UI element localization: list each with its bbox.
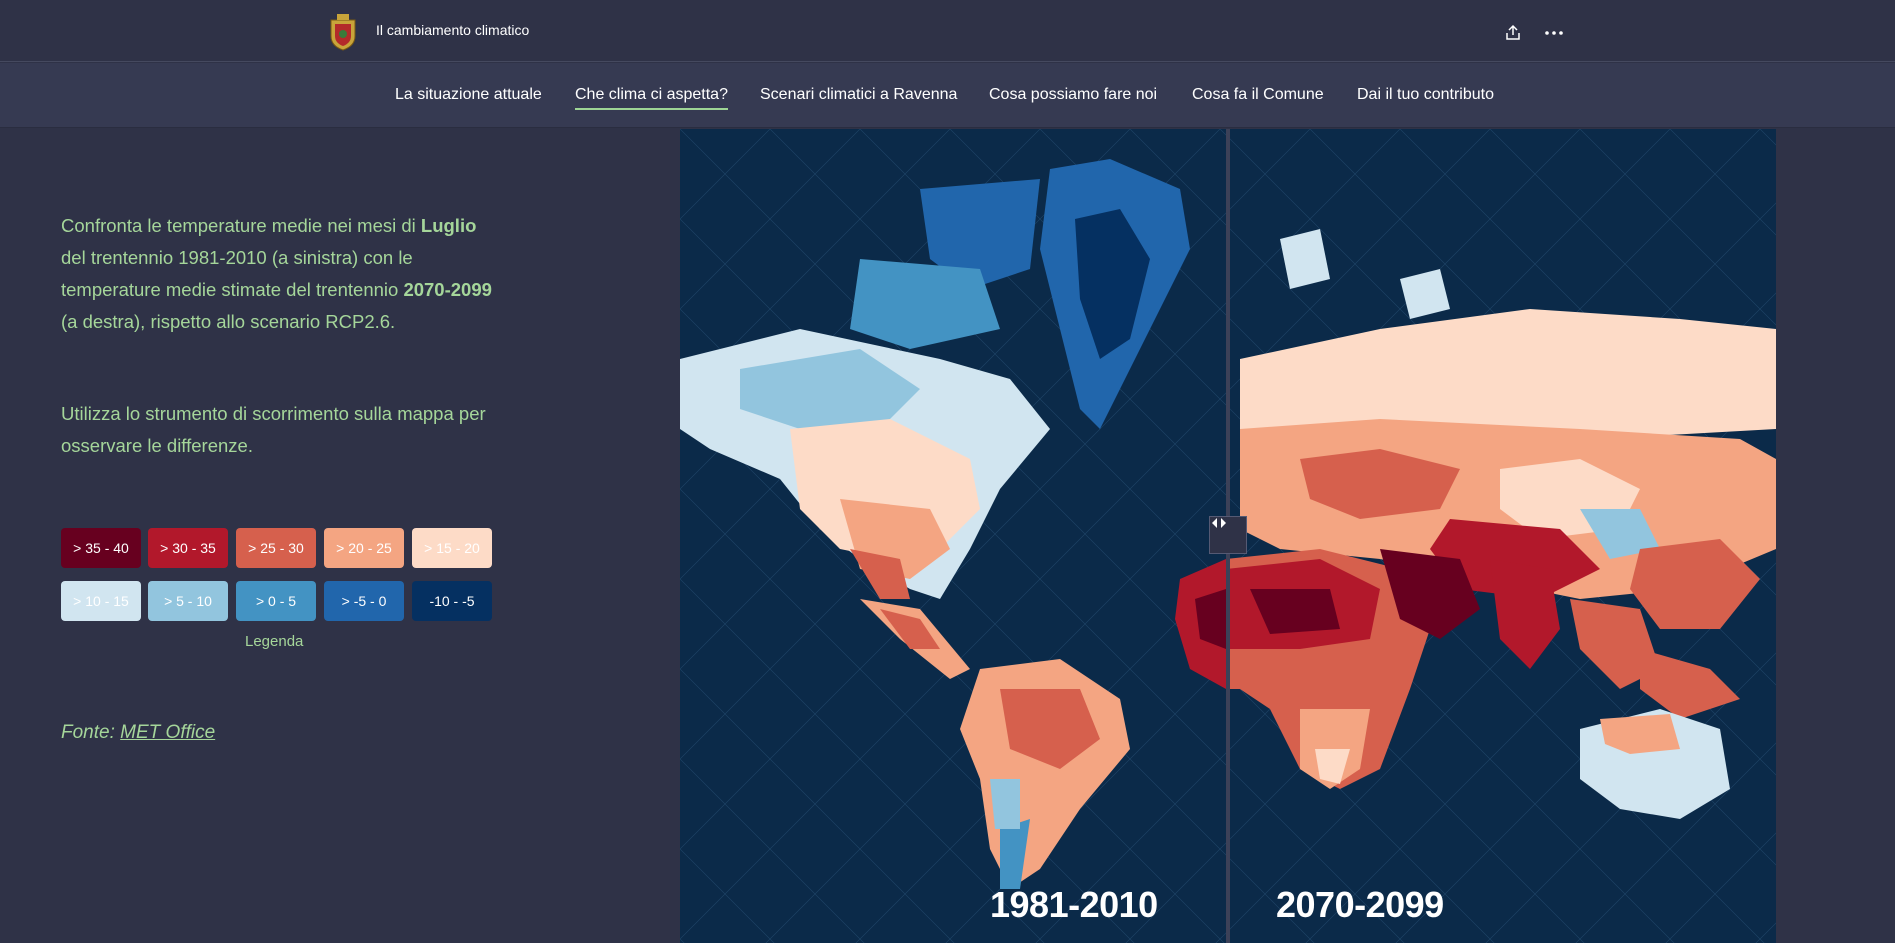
more-icon — [1545, 31, 1563, 35]
legend-swatch: -10 - -5 — [412, 581, 492, 621]
legend-swatch: > 30 - 35 — [148, 528, 228, 568]
legend-swatch: > 15 - 20 — [412, 528, 492, 568]
nav-item-che-clima[interactable]: Che clima ci aspetta? — [575, 86, 728, 110]
legend-swatch: > 20 - 25 — [324, 528, 404, 568]
left-right-arrows-icon — [1212, 518, 1226, 528]
desc-period: 2070-2099 — [403, 279, 492, 300]
source-link[interactable]: MET Office — [120, 722, 215, 743]
left-period-label: 1981-2010 — [990, 884, 1158, 925]
nav-item-situazione-attuale[interactable]: La situazione attuale — [395, 86, 542, 104]
desc-text: Confronta le temperature medie nei mesi … — [61, 215, 421, 236]
instructions-paragraph: Utilizza lo strumento di scorrimento sul… — [61, 403, 486, 456]
legend-swatch: > 35 - 40 — [61, 528, 141, 568]
nav-item-dai-contributo[interactable]: Dai il tuo contributo — [1357, 86, 1494, 104]
municipality-logo[interactable] — [327, 12, 359, 52]
nav-item-cosa-fa-comune[interactable]: Cosa fa il Comune — [1192, 86, 1324, 104]
legend-swatch: > 0 - 5 — [236, 581, 316, 621]
more-options-button[interactable] — [1542, 22, 1566, 44]
nav-item-cosa-possiamo-fare[interactable]: Cosa possiamo fare noi — [989, 86, 1157, 104]
right-period-label: 2070-2099 — [1276, 884, 1444, 925]
swipe-handle[interactable] — [1209, 516, 1247, 554]
desc-text: (a destra), rispetto allo scenario RCP2.… — [61, 311, 396, 332]
share-button[interactable] — [1502, 22, 1524, 44]
legend-swatch: > -5 - 0 — [324, 581, 404, 621]
description-paragraph: Confronta le temperature medie nei mesi … — [61, 210, 501, 338]
legend-swatch: > 5 - 10 — [148, 581, 228, 621]
legend-title: Legenda — [245, 633, 304, 650]
source-label: Fonte: — [61, 722, 121, 743]
nav-item-scenari-ravenna[interactable]: Scenari climatici a Ravenna — [760, 86, 957, 104]
legend-swatch: > 25 - 30 — [236, 528, 316, 568]
share-icon — [1506, 24, 1520, 40]
desc-month: Luglio — [420, 215, 477, 236]
top-bar: Il cambiamento climatico — [0, 0, 1895, 62]
app-title[interactable]: Il cambiamento climatico — [376, 22, 529, 38]
desc-text: del trentennio 1981-2010 (a sinistra) co… — [61, 247, 413, 300]
source-credit: Fonte: MET Office — [61, 722, 215, 744]
legend-swatch: > 10 - 15 — [61, 581, 141, 621]
section-nav: La situazione attuale Che clima ci aspet… — [0, 63, 1895, 128]
climate-swipe-map[interactable]: 1981-2010 2070-2099 — [680, 129, 1776, 943]
